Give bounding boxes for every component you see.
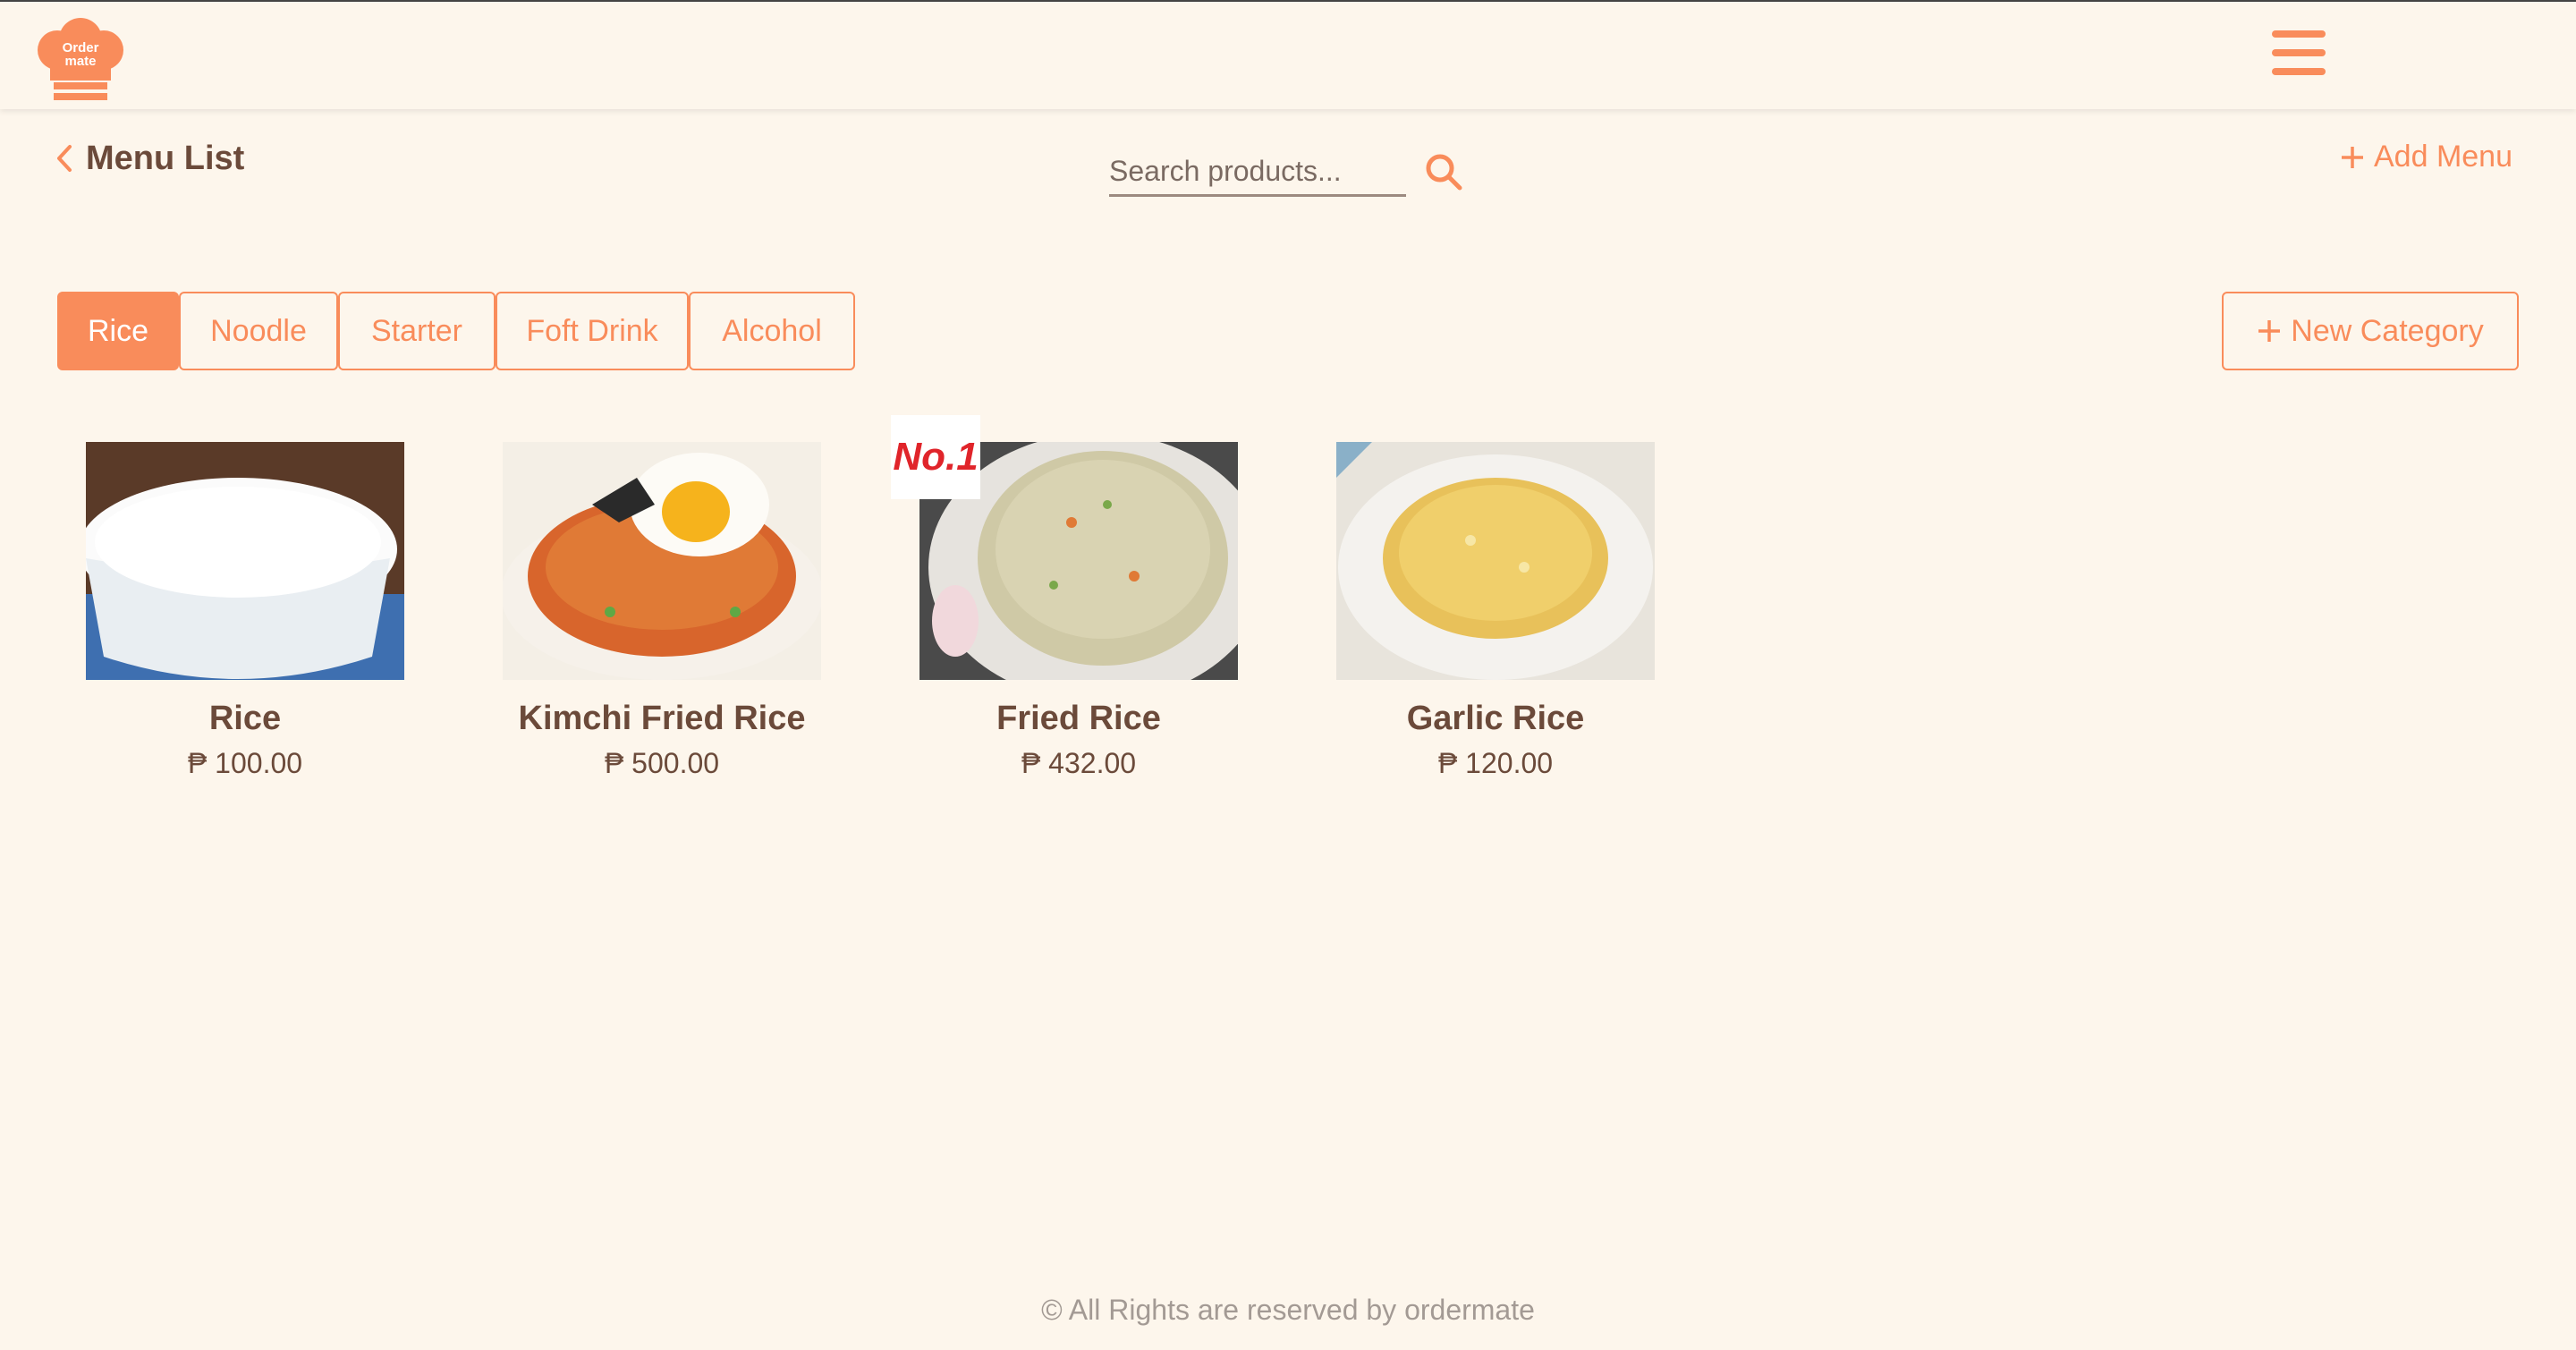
search-input[interactable]	[1109, 150, 1406, 191]
logo-text-line1: Order	[62, 40, 99, 55]
add-menu-label: Add Menu	[2374, 140, 2512, 174]
bestseller-badge: No.1	[891, 415, 980, 499]
plus-icon	[2258, 320, 2281, 342]
product-card-garlic-rice[interactable]: Garlic Rice ₱ 120.00	[1336, 442, 1655, 780]
product-price: ₱ 100.00	[187, 747, 303, 779]
menu-bar-icon	[2272, 30, 2326, 38]
product-name: Fried Rice	[996, 700, 1161, 737]
page: Order mate Menu List Add Menu	[0, 0, 2576, 1350]
new-category-button[interactable]: New Category	[2222, 292, 2519, 370]
page-title: Menu List	[86, 139, 245, 177]
logo-text-line2: mate	[64, 54, 97, 69]
top-bar: Order mate	[0, 0, 2576, 109]
product-price: ₱ 120.00	[1437, 747, 1554, 779]
new-category-label: New Category	[2291, 313, 2484, 348]
tab-alcohol[interactable]: Alcohol	[689, 292, 855, 370]
footer-copyright: © All Rights are reserved by ordermate	[1041, 1294, 1535, 1326]
product-card-kimchi-fried-rice[interactable]: Kimchi Fried Rice ₱ 500.00	[503, 442, 821, 780]
plus-icon	[2342, 146, 2363, 168]
product-price: ₱ 500.00	[604, 747, 720, 779]
ordermate-logo[interactable]: Order mate	[34, 18, 127, 100]
search-field[interactable]	[1109, 150, 1406, 197]
add-menu-button[interactable]: Add Menu	[2340, 140, 2512, 174]
logo-text: Order mate	[34, 41, 127, 68]
tab-rice[interactable]: Rice	[57, 292, 179, 370]
product-card-rice[interactable]: Rice ₱ 100.00	[86, 442, 404, 780]
search-button[interactable]	[1424, 152, 1463, 191]
product-name: Rice	[208, 700, 282, 737]
product-price: ₱ 432.00	[1021, 747, 1137, 779]
product-image	[503, 442, 821, 680]
category-tabs: Rice Noodle Starter Foft Drink Alcohol	[57, 292, 855, 370]
menu-bar-icon	[2272, 68, 2326, 75]
bestseller-badge-label: No.1	[893, 435, 979, 479]
chevron-left-icon	[57, 145, 72, 172]
back-button[interactable]: Menu List	[55, 140, 244, 177]
product-name: Kimchi Fried Rice	[518, 700, 806, 737]
search-icon	[1426, 154, 1462, 191]
menu-bar-icon	[2272, 49, 2326, 56]
tab-starter[interactable]: Starter	[338, 292, 496, 370]
product-image	[86, 442, 404, 680]
hamburger-menu-button[interactable]	[2272, 29, 2326, 77]
product-image	[1336, 442, 1655, 680]
tab-soft-drink[interactable]: Foft Drink	[496, 292, 689, 370]
tab-noodle[interactable]: Noodle	[179, 292, 338, 370]
product-name: Garlic Rice	[1406, 700, 1585, 737]
